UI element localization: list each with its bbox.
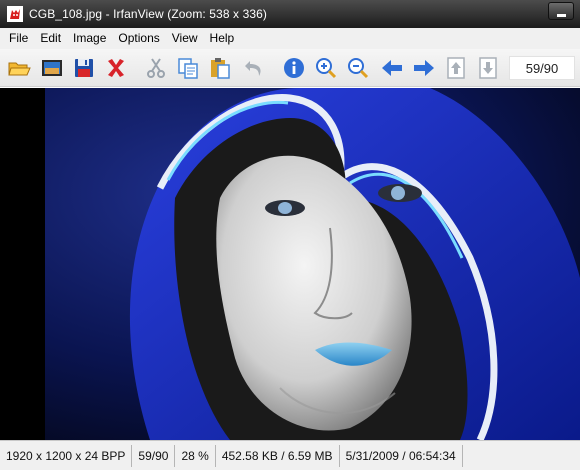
zoom-out-icon[interactable]	[344, 54, 372, 82]
toolbar: 59/90	[0, 49, 580, 87]
status-bar: 1920 x 1200 x 24 BPP 59/90 28 % 452.58 K…	[0, 440, 580, 470]
menu-image[interactable]: Image	[67, 28, 112, 49]
info-icon[interactable]	[280, 54, 308, 82]
next-arrow-icon[interactable]	[410, 54, 438, 82]
menu-bar: File Edit Image Options View Help	[0, 28, 580, 49]
delete-x-icon[interactable]	[102, 54, 130, 82]
status-resolution: 1920 x 1200 x 24 BPP	[0, 444, 133, 467]
previous-arrow-icon[interactable]	[378, 54, 406, 82]
image-viewport[interactable]	[0, 88, 580, 440]
status-zoom: 28 %	[175, 444, 216, 467]
menu-view[interactable]: View	[166, 28, 204, 49]
paste-icon[interactable]	[206, 54, 234, 82]
copy-icon[interactable]	[174, 54, 202, 82]
menu-edit[interactable]: Edit	[34, 28, 67, 49]
status-index: 59/90	[132, 444, 176, 467]
open-folder-icon[interactable]	[5, 54, 33, 82]
save-floppy-icon[interactable]	[70, 54, 98, 82]
status-size: 452.58 KB / 6.59 MB	[216, 444, 340, 467]
page-up-icon[interactable]	[442, 54, 470, 82]
image-counter: 59/90	[509, 56, 575, 80]
irfanview-app-icon[interactable]	[7, 6, 23, 22]
displayed-image	[0, 88, 580, 440]
menu-help[interactable]: Help	[204, 28, 241, 49]
slideshow-icon[interactable]	[38, 54, 66, 82]
menu-file[interactable]: File	[3, 28, 34, 49]
title-bar: CGB_108.jpg - IrfanView (Zoom: 538 x 336…	[0, 0, 580, 28]
menu-options[interactable]: Options	[112, 28, 165, 49]
page-down-icon[interactable]	[474, 54, 502, 82]
undo-icon[interactable]	[240, 54, 268, 82]
status-datetime: 5/31/2009 / 06:54:34	[340, 444, 463, 467]
cut-scissors-icon[interactable]	[142, 54, 170, 82]
minimize-button[interactable]	[548, 2, 574, 20]
window-title: CGB_108.jpg - IrfanView (Zoom: 538 x 336…	[29, 7, 267, 21]
zoom-in-icon[interactable]	[312, 54, 340, 82]
